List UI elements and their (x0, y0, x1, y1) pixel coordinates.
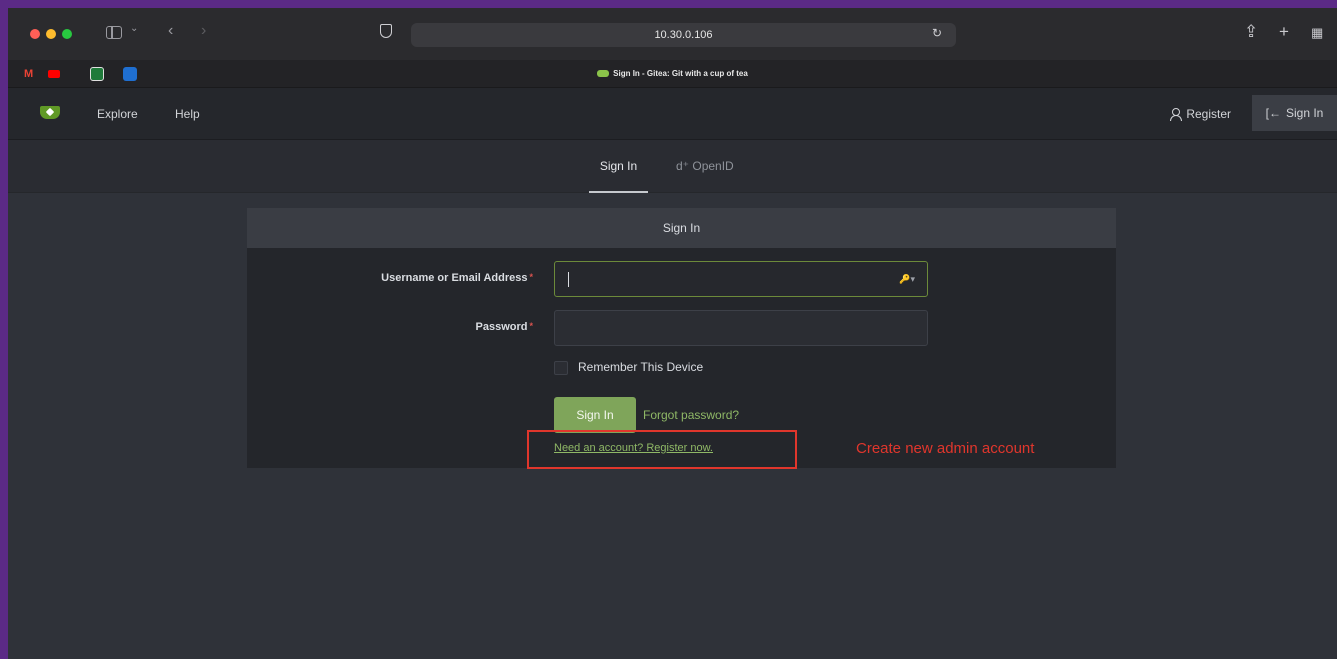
back-icon[interactable]: ‹ (168, 23, 173, 39)
address-bar[interactable]: 10.30.0.106 (411, 23, 956, 47)
window-controls (30, 29, 72, 39)
gitea-favicon-icon (597, 70, 610, 78)
tab-signin[interactable]: Sign In (589, 140, 648, 193)
nav-signin-button[interactable]: [← Sign In (1252, 95, 1337, 131)
tab-overview-icon[interactable]: ▦ (1311, 25, 1323, 41)
nav-register[interactable]: Register (1170, 88, 1231, 140)
username-input[interactable]: 🔑▾ (554, 261, 928, 297)
url-text: 10.30.0.106 (654, 29, 713, 41)
nav-signin-label: Sign In (1285, 106, 1324, 120)
required-mark: * (529, 321, 533, 331)
nav-help[interactable]: Help (175, 88, 200, 140)
person-icon (1170, 108, 1183, 121)
share-icon[interactable]: ⇪ (1244, 22, 1258, 42)
password-input[interactable] (554, 310, 928, 346)
annotation-text: Create new admin account (856, 440, 1035, 457)
signin-submit-button[interactable]: Sign In (554, 397, 636, 433)
forgot-password-link[interactable]: Forgot password? (643, 408, 739, 422)
card-header: Sign In (247, 208, 1116, 248)
username-label-text: Username or Email Address (381, 272, 528, 284)
shield-icon[interactable] (380, 24, 392, 38)
forward-icon[interactable]: › (201, 23, 206, 39)
new-tab-icon[interactable]: + (1279, 22, 1289, 42)
openid-icon: d⁺ (676, 159, 690, 173)
username-label: Username or Email Address * (381, 272, 533, 284)
browser-toolbar: ⌄ ‹ › 10.30.0.106 ↻ ⇪ + ▦ (8, 8, 1337, 60)
required-mark: * (529, 272, 533, 282)
tab-openid-label: OpenID (692, 159, 734, 173)
sidebar-toggle-icon[interactable] (106, 26, 122, 39)
minimize-window-button[interactable] (46, 29, 56, 39)
tab-bar: M Sign In - Gitea: Git with a cup of tea (8, 60, 1337, 88)
remember-device-checkbox[interactable] (554, 361, 568, 375)
remember-device-label[interactable]: Remember This Device (578, 360, 703, 374)
password-label: Password * (476, 321, 533, 333)
text-caret (568, 272, 569, 287)
sign-in-icon: [← (1265, 106, 1281, 120)
signin-tabs: Sign In d⁺ OpenID (8, 140, 1337, 193)
gitea-navbar: Explore Help Register [← Sign In (8, 88, 1337, 140)
reload-icon[interactable]: ↻ (932, 27, 942, 39)
browser-window: ⌄ ‹ › 10.30.0.106 ↻ ⇪ + ▦ M Sign In - Gi… (8, 8, 1337, 659)
nav-register-label: Register (1186, 107, 1231, 121)
chevron-down-icon[interactable]: ⌄ (130, 24, 138, 34)
zoom-window-button[interactable] (62, 29, 72, 39)
tab-openid[interactable]: d⁺ OpenID (676, 140, 734, 193)
close-window-button[interactable] (30, 29, 40, 39)
annotation-highlight-box (527, 430, 797, 469)
nav-explore[interactable]: Explore (97, 88, 138, 140)
password-label-text: Password (475, 321, 528, 333)
active-tab[interactable]: Sign In - Gitea: Git with a cup of tea (8, 60, 1337, 88)
gitea-logo-icon[interactable] (40, 106, 60, 119)
tab-title: Sign In - Gitea: Git with a cup of tea (613, 69, 748, 78)
signin-card: Sign In Username or Email Address * 🔑▾ Pa… (247, 208, 1116, 468)
key-icon[interactable]: 🔑▾ (899, 274, 915, 285)
